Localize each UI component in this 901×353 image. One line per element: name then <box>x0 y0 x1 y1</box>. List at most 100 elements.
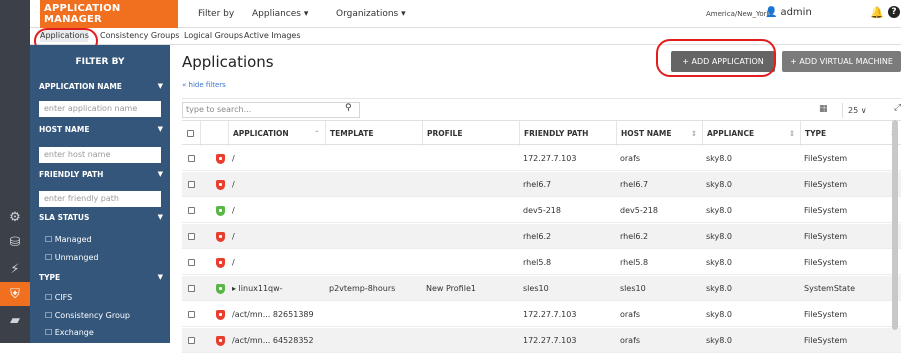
cell-friendly-path: 172.27.7.103 <box>523 154 577 163</box>
user-menu[interactable]: 👤 admin <box>765 7 812 18</box>
cell-host: sles10 <box>620 284 646 293</box>
cell-template <box>325 302 422 327</box>
tab-active-images[interactable]: Active Images <box>244 31 301 40</box>
row-checkbox[interactable] <box>188 155 195 162</box>
settings-icon[interactable]: ⚙ <box>0 205 30 229</box>
table-row[interactable]: /act/mn... 64528352 172.27.7.103 orafs sky8… <box>182 328 901 353</box>
page-size-select[interactable]: 25 ∨ <box>842 103 886 118</box>
host-name-input[interactable]: enter host name <box>39 147 161 163</box>
table-row[interactable]: /act/mn... 82651389 172.27.7.103 orafs sky8… <box>182 302 901 327</box>
cell-appliance: sky8.0 <box>706 232 732 241</box>
table-toolbar: type to search... ⚲ ▦ 25 ∨ ⤢ <box>182 98 901 120</box>
cell-type: FileSystem <box>804 336 848 345</box>
column-header-host-name[interactable]: HOST NAME ⇕ <box>616 121 702 146</box>
cell-appliance: sky8.0 <box>706 310 732 319</box>
cell-application: /act/mn... 82651389 <box>232 310 314 319</box>
cell-friendly-path: dev5-218 <box>523 206 561 215</box>
caret-down-icon: ▼ <box>157 170 163 178</box>
table-row[interactable]: / dev5-218 dev5-218 sky8.0 FileSystem <box>182 198 901 223</box>
user-name: admin <box>780 7 812 18</box>
filter-header-host-name[interactable]: HOST NAME ▼ <box>30 125 170 134</box>
protected-shield-icon <box>216 284 225 294</box>
organizations-menu[interactable]: Organizations ▾ <box>336 9 406 19</box>
cell-type: FileSystem <box>804 180 848 189</box>
row-checkbox[interactable] <box>188 285 195 292</box>
unmanaged-checkbox[interactable]: ☐ Unmanged <box>45 253 98 262</box>
shield-icon[interactable]: ⛨ <box>0 282 30 306</box>
column-header-friendly-path[interactable]: FRIENDLY PATH <box>519 121 616 146</box>
cell-application: / <box>232 180 235 189</box>
columns-icon[interactable]: ▦ <box>819 104 828 114</box>
hide-filters-link[interactable]: « hide filters <box>182 81 226 89</box>
cell-friendly-path: rhel5.8 <box>523 258 552 267</box>
add-virtual-machine-button[interactable]: + ADD VIRTUAL MACHINE <box>782 51 901 72</box>
consistency-group-checkbox[interactable]: ☐ Consistency Group <box>45 311 130 320</box>
cell-friendly-path: 172.27.7.103 <box>523 310 577 319</box>
table-row[interactable]: / rhel5.8 rhel5.8 sky8.0 FileSystem <box>182 250 901 275</box>
tab-consistency-groups[interactable]: Consistency Groups <box>100 31 179 40</box>
help-icon[interactable]: ? <box>888 6 900 18</box>
page-title: Applications <box>182 53 274 71</box>
cell-application: / <box>232 258 235 267</box>
cell-type: FileSystem <box>804 154 848 163</box>
filter-title: FILTER BY <box>75 57 125 67</box>
column-header-appliance[interactable]: APPLIANCE ⇕ <box>702 121 800 146</box>
exchange-checkbox[interactable]: ☐ Exchange <box>45 328 94 337</box>
cell-host: orafs <box>620 154 641 163</box>
filter-header-sla-status[interactable]: SLA STATUS ▼ <box>30 213 170 222</box>
filter-by-label: Filter by <box>198 9 235 19</box>
cell-template <box>325 328 422 353</box>
table-header: APPLICATION ⌃ TEMPLATE PROFILE FRIENDLY P… <box>182 120 901 146</box>
row-checkbox[interactable] <box>188 311 195 318</box>
cell-appliance: sky8.0 <box>706 154 732 163</box>
cell-application: / <box>232 154 235 163</box>
database-icon[interactable]: ⛁ <box>0 230 30 254</box>
filter-header-type[interactable]: TYPE ▼ <box>30 273 170 282</box>
cell-appliance: sky8.0 <box>706 336 732 345</box>
friendly-path-input[interactable]: enter friendly path <box>39 191 161 207</box>
timezone-label: America/New_York <box>706 10 771 18</box>
expand-icon[interactable]: ⤢ <box>894 103 901 113</box>
cell-application: / <box>232 232 235 241</box>
column-header-application[interactable]: APPLICATION ⌃ <box>228 121 325 146</box>
column-header-template[interactable]: TEMPLATE <box>325 121 422 146</box>
cell-type: FileSystem <box>804 206 848 215</box>
table-row[interactable]: / rhel6.2 rhel6.2 sky8.0 FileSystem <box>182 224 901 249</box>
tab-logical-groups[interactable]: Logical Groups <box>184 31 243 40</box>
row-checkbox[interactable] <box>188 207 195 214</box>
search-icon[interactable]: ⚲ <box>345 103 352 113</box>
cell-friendly-path: 172.27.7.103 <box>523 336 577 345</box>
unprotected-shield-icon <box>216 310 225 320</box>
cell-template: p2vtemp-8hours <box>329 284 396 293</box>
storage-icon[interactable]: ▰ <box>0 308 30 332</box>
column-header-profile[interactable]: PROFILE <box>422 121 519 146</box>
row-checkbox[interactable] <box>188 181 195 188</box>
application-name-input[interactable]: enter application name <box>39 101 161 117</box>
chart-icon[interactable]: ⚡ <box>0 257 30 281</box>
column-header-type[interactable]: TYPE⇕ <box>800 121 901 146</box>
cell-type: FileSystem <box>804 232 848 241</box>
cell-host: orafs <box>620 336 641 345</box>
row-checkbox[interactable] <box>188 259 195 266</box>
filter-header-application-name[interactable]: APPLICATION NAME ▼ <box>30 82 170 91</box>
managed-checkbox[interactable]: ☐ Managed <box>45 235 92 244</box>
select-all-cell <box>182 121 200 146</box>
cifs-checkbox[interactable]: ☐ CIFS <box>45 293 72 302</box>
scrollbar[interactable] <box>892 120 898 330</box>
bell-icon[interactable]: 🔔 <box>870 6 884 19</box>
table-row[interactable]: ▸ linux11qw-p2vtemp-8hours New Profile1 sl… <box>182 276 901 301</box>
cell-friendly-path: rhel6.2 <box>523 232 552 241</box>
appliances-menu[interactable]: Appliances ▾ <box>252 9 308 19</box>
cell-template <box>325 172 422 197</box>
icon-rail: ⚙ ⛁ ⚡ ⛨ ▰ <box>0 0 30 343</box>
cell-profile <box>422 224 519 249</box>
table-row[interactable]: / 172.27.7.103 orafs sky8.0 FileSystem <box>182 146 901 171</box>
sort-icon: ⌃ <box>313 129 320 138</box>
filter-header-friendly-path[interactable]: FRIENDLY PATH ▼ <box>30 170 170 179</box>
caret-down-icon: ▼ <box>157 82 163 90</box>
row-checkbox[interactable] <box>188 233 195 240</box>
select-all-checkbox[interactable] <box>187 130 194 137</box>
cell-application: /act/mn... 64528352 <box>232 336 314 345</box>
table-row[interactable]: / rhel6.7 rhel6.7 sky8.0 FileSystem <box>182 172 901 197</box>
search-input[interactable]: type to search... <box>182 102 360 118</box>
